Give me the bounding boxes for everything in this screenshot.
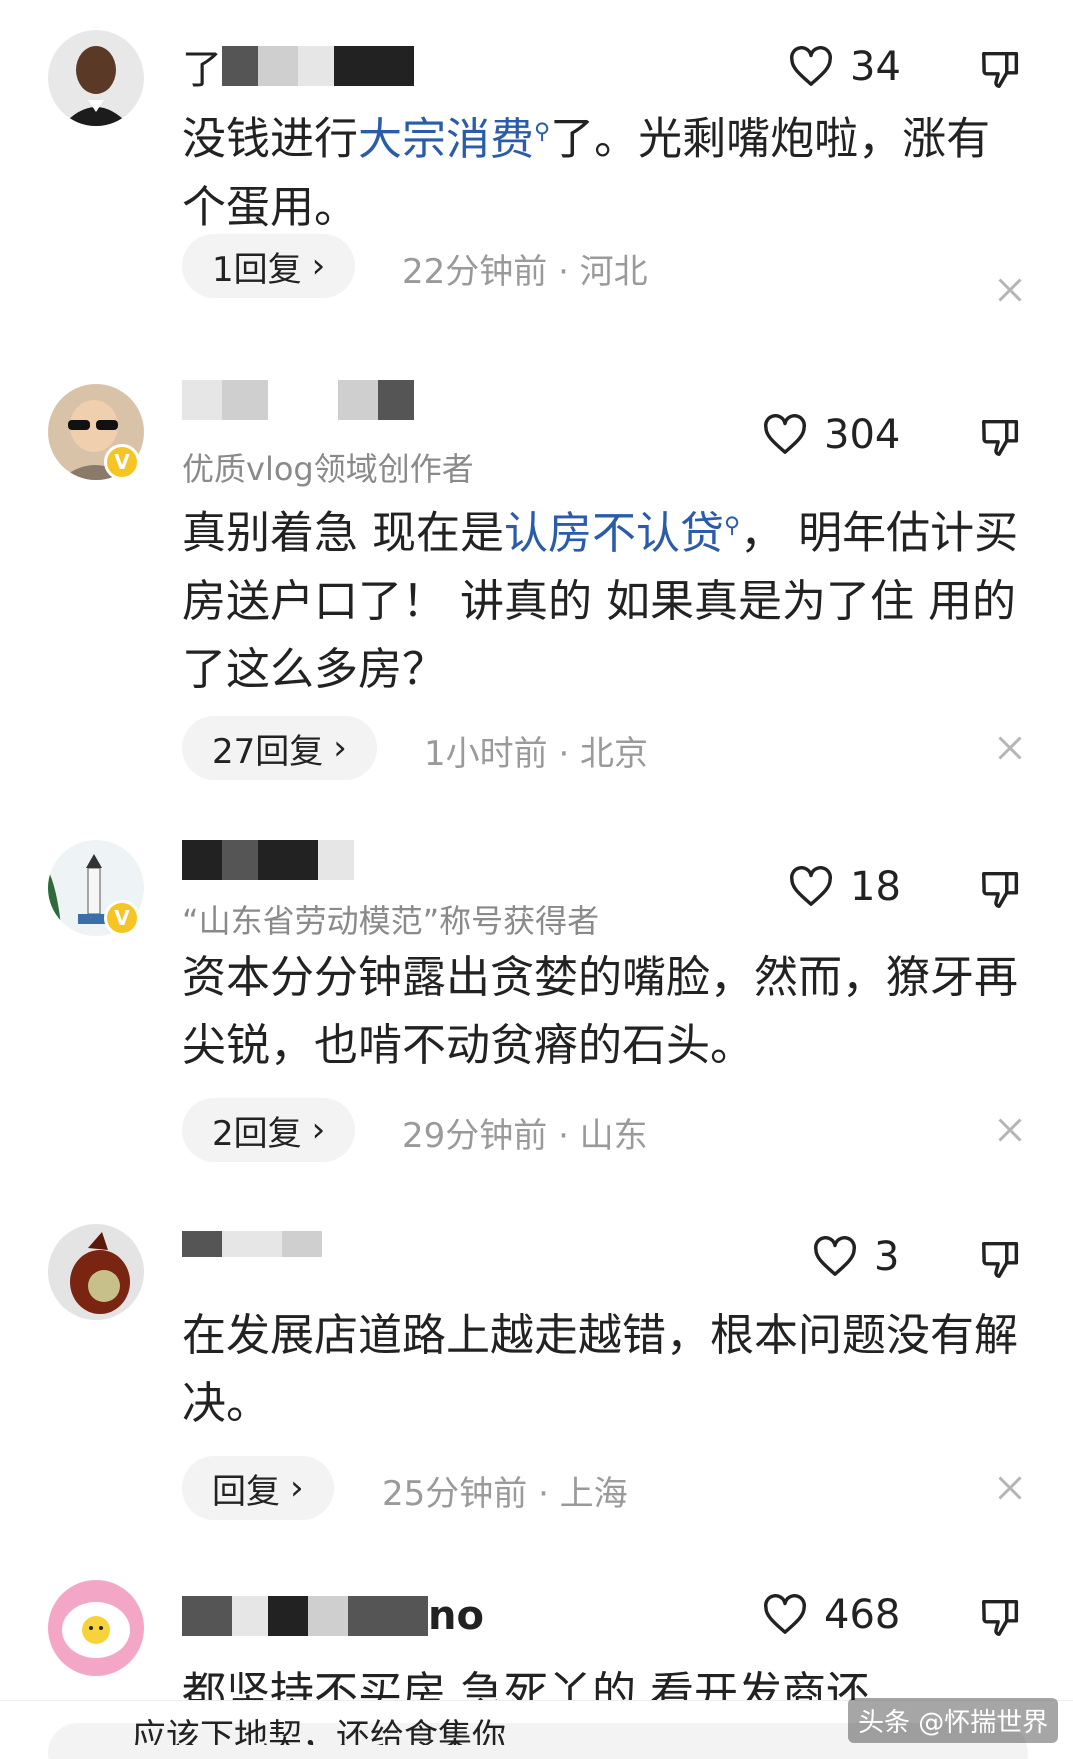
avatar[interactable]: [48, 1580, 144, 1676]
username-redaction: [232, 1596, 268, 1636]
chevron-right-icon: ›: [290, 1468, 304, 1508]
heart-outline-icon: [790, 46, 832, 86]
username-redaction: [258, 46, 298, 86]
like-count: 468: [824, 1592, 901, 1638]
reply-label: 2回复: [212, 1113, 302, 1154]
comment-body: 都坚持不买房 急死丫的 看开发商还: [182, 1660, 1032, 1700]
verified-v-badge-icon: V: [104, 900, 140, 936]
heart-outline-icon: [790, 866, 832, 906]
verified-v-badge-icon: V: [104, 444, 140, 480]
reply-button[interactable]: 回复 ›: [182, 1456, 334, 1520]
comment-text: 在发展店道路上越走越错，根本问题没有解决。: [182, 1310, 1018, 1429]
username-redaction: [298, 46, 334, 86]
comment-meta: 29分钟前 · 山东: [402, 1116, 648, 1156]
reply-label: 回复: [212, 1471, 280, 1512]
close-icon[interactable]: [992, 1112, 1028, 1148]
thumbs-down-icon[interactable]: [978, 46, 1024, 92]
comment-body: 资本分分钟露出贪婪的嘴脸，然而，獠牙再尖锐，也啃不动贫瘠的石头。: [182, 944, 1032, 1080]
username-redaction: [268, 1596, 308, 1636]
username-redaction: [258, 840, 318, 880]
comment-meta: 25分钟前 · 上海: [382, 1474, 628, 1514]
keyword-link[interactable]: 认房不认贷⚲: [504, 508, 740, 559]
close-icon[interactable]: [992, 1470, 1028, 1506]
username-redaction: [268, 380, 338, 420]
watermark: 头条 @怀揣世界: [848, 1698, 1059, 1743]
comment-body: 没钱进行大宗消费⚲了。光剩嘴炮啦，涨有个蛋用。: [182, 98, 1032, 242]
username-text: 了: [182, 47, 222, 93]
keyword-link[interactable]: 大宗消费⚲: [358, 114, 550, 165]
comment-body: 真别着急 现在是认房不认贷⚲， 明年估计买房送户口了！ 讲真的 如果真是为了住 …: [182, 492, 1032, 704]
reply-label: 27回复: [212, 731, 324, 772]
username-redaction: [182, 1596, 232, 1636]
close-icon[interactable]: [992, 272, 1028, 308]
username-redaction: [318, 840, 354, 880]
comment-text: 都坚持不买房 急死丫的 看开发商还: [182, 1668, 870, 1700]
avatar[interactable]: [48, 30, 144, 126]
username-redaction: [182, 840, 222, 880]
username-redaction: [222, 1231, 282, 1257]
search-icon: ⚲: [534, 119, 551, 144]
comment-text: 真别着急 现在是: [182, 507, 504, 559]
close-icon[interactable]: [992, 730, 1028, 766]
comment-meta: 22分钟前 · 河北: [402, 252, 648, 292]
username-redaction: [348, 1596, 428, 1636]
reply-button[interactable]: 2回复 ›: [182, 1098, 356, 1162]
like-button[interactable]: 3: [812, 1234, 899, 1280]
username-redaction: [222, 380, 268, 420]
comment-text: 资本分分钟露出贪婪的嘴脸，然而，獠牙再尖锐，也啃不动贫瘠的石头。: [182, 952, 1018, 1071]
username-redaction: [182, 1231, 222, 1257]
username-redaction: [222, 46, 258, 86]
comment-body: 在发展店道路上越走越错，根本问题没有解决。: [182, 1302, 1032, 1438]
creator-title: 优质vlog领域创作者: [182, 450, 474, 488]
like-button[interactable]: 34: [788, 44, 901, 90]
reply-button[interactable]: 1回复 ›: [182, 234, 356, 298]
username-text: no: [428, 1593, 484, 1639]
like-count: 304: [824, 412, 901, 458]
chevron-right-icon: ›: [311, 246, 326, 286]
username[interactable]: [182, 378, 414, 422]
avatar-image: [48, 30, 144, 126]
keyword-link-text: 大宗消费: [358, 113, 534, 165]
chevron-right-icon: ›: [311, 1110, 326, 1150]
like-button[interactable]: 304: [762, 412, 900, 458]
username-redaction: [182, 380, 222, 420]
reply-button[interactable]: 27回复 ›: [182, 716, 377, 780]
comment-input-text: 应该下地契，还给食集你: [132, 1717, 506, 1745]
avatar-image: [48, 1224, 144, 1320]
username[interactable]: [182, 1222, 322, 1266]
reply-label: 1回复: [212, 249, 302, 290]
thumbs-down-icon[interactable]: [978, 414, 1024, 460]
heart-outline-icon: [764, 414, 806, 454]
keyword-link-text: 认房不认贷: [504, 507, 724, 559]
like-button[interactable]: 468: [762, 1592, 900, 1638]
comment-meta: 1小时前 · 北京: [424, 734, 649, 774]
like-count: 18: [850, 864, 901, 910]
chevron-right-icon: ›: [333, 728, 347, 768]
username[interactable]: [182, 838, 354, 882]
avatar-image: [48, 1580, 144, 1676]
username[interactable]: 了: [182, 44, 414, 93]
username-redaction: [308, 1596, 348, 1636]
username-redaction: [334, 46, 414, 86]
like-count: 3: [874, 1234, 900, 1280]
heart-outline-icon: [814, 1236, 856, 1276]
search-icon: ⚲: [724, 513, 741, 538]
like-button[interactable]: 18: [788, 864, 901, 910]
like-count: 34: [850, 44, 901, 90]
thumbs-down-icon[interactable]: [978, 866, 1024, 912]
comment-text: 没钱进行: [182, 113, 358, 165]
avatar[interactable]: [48, 1224, 144, 1320]
thumbs-down-icon[interactable]: [978, 1236, 1024, 1282]
username-redaction: [222, 840, 258, 880]
creator-title: “山东省劳动模范”称号获得者: [182, 902, 600, 940]
heart-outline-icon: [764, 1594, 806, 1634]
username[interactable]: no: [182, 1593, 484, 1639]
username-redaction: [282, 1231, 322, 1257]
username-redaction: [378, 380, 414, 420]
thumbs-down-icon[interactable]: [978, 1594, 1024, 1640]
username-redaction: [338, 380, 378, 420]
